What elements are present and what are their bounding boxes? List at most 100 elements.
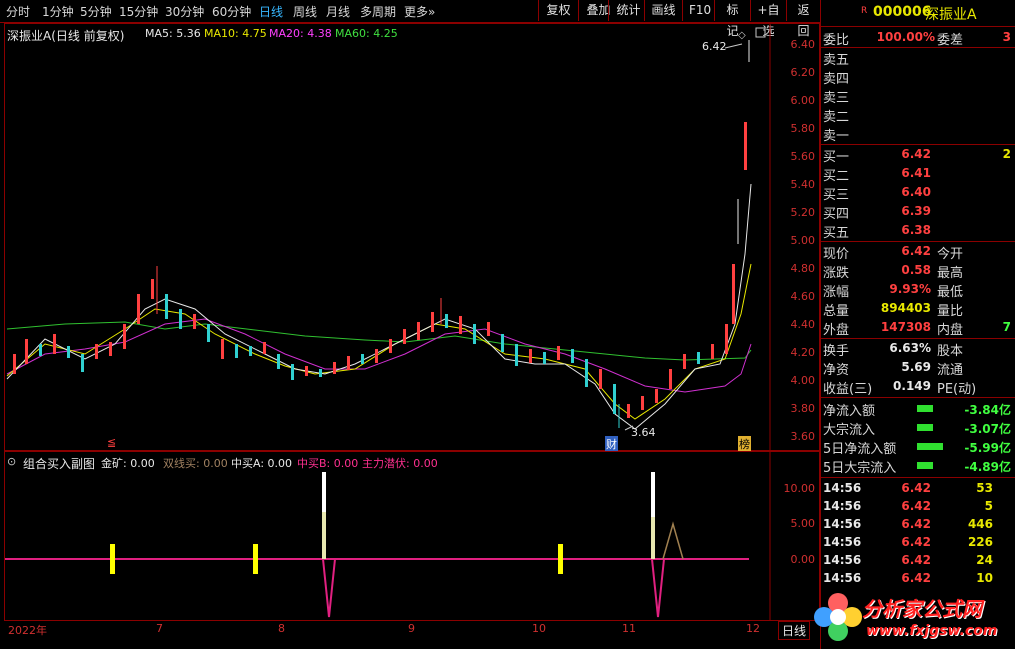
tick-price: 6.42 — [901, 571, 931, 585]
open-label: 今开 — [937, 247, 964, 262]
period-more[interactable]: 更多» — [404, 3, 435, 20]
tick-price: 6.42 — [901, 481, 931, 495]
stats-button[interactable]: 统计 — [608, 0, 648, 21]
volume-value: 894403 — [880, 301, 931, 315]
tick-price: 6.42 — [901, 553, 931, 567]
period-toolbar: 分时 1分钟 5分钟 15分钟 30分钟 60分钟 日线 周线 月线 多周期 更… — [0, 0, 820, 38]
weibi-value: 100.00% — [876, 30, 935, 44]
blockflow-bar — [917, 424, 933, 431]
tick-time: 14:56 — [823, 481, 862, 495]
y-tick: 6.40 — [790, 38, 816, 51]
low-label: 3.64 — [631, 426, 656, 439]
y-tick: 5.80 — [790, 122, 816, 135]
buy5-label: 买五 — [823, 226, 850, 241]
period-1min[interactable]: 1分钟 — [42, 3, 74, 20]
tick-price: 6.42 — [901, 535, 931, 549]
blockflow5-label: 5日大宗流入 — [823, 461, 897, 476]
buy3-price: 6.40 — [901, 185, 931, 199]
ma20-line — [6, 318, 752, 393]
turnover-label: 换手 — [823, 344, 850, 359]
eps-label: 收益(三) — [823, 382, 873, 397]
tick-time: 14:56 — [823, 517, 862, 531]
period-30min[interactable]: 30分钟 — [165, 3, 204, 20]
netasset-value: 5.69 — [901, 360, 931, 374]
period-daily[interactable]: 日线 — [259, 3, 283, 20]
period-5min[interactable]: 5分钟 — [80, 3, 112, 20]
blockflow5-bar — [917, 462, 933, 469]
pct-label: 涨幅 — [823, 285, 850, 300]
period-indicator[interactable]: 日线 — [778, 621, 811, 640]
f10-button[interactable]: F10 — [682, 0, 714, 21]
period-weekly[interactable]: 周线 — [293, 3, 317, 20]
sell3-label: 卖三 — [823, 91, 850, 106]
blockflow-value: -3.07亿 — [964, 422, 1011, 436]
y-tick: 3.80 — [790, 402, 816, 415]
sub-y-tick: 0.00 — [790, 553, 816, 566]
netflow-bar — [917, 405, 933, 412]
y-tick: 6.00 — [790, 94, 816, 107]
svg-text:◇: ◇ — [738, 30, 746, 41]
weibi-label: 委比 — [823, 33, 850, 48]
period-fenshi[interactable]: 分时 — [6, 3, 30, 20]
date-axis: 2022年 7 8 9 10 11 12 日线 — [0, 620, 820, 649]
mark-button[interactable]: 标记 — [714, 0, 750, 38]
adjust-button[interactable]: 复权 — [538, 0, 578, 21]
y-tick: 5.20 — [790, 206, 816, 219]
indicator-plot — [5, 452, 771, 620]
tick-price: 6.42 — [901, 499, 931, 513]
back-button[interactable]: 返回 — [786, 0, 820, 38]
change-value: 0.58 — [901, 263, 931, 277]
add-favorite-button[interactable]: +自选 — [750, 0, 786, 38]
float-label: 流通 — [937, 363, 964, 378]
y-tick: 4.20 — [790, 346, 816, 359]
flower-logo-icon — [814, 593, 862, 641]
buy1-price: 6.42 — [901, 147, 931, 161]
ranking-marker[interactable]: 榜 — [738, 436, 751, 452]
period-15min[interactable]: 15分钟 — [119, 3, 158, 20]
y-tick: 3.60 — [790, 430, 816, 443]
period-multi[interactable]: 多周期 — [360, 3, 396, 20]
y-tick: 4.40 — [790, 318, 816, 331]
y-tick: 4.60 — [790, 290, 816, 303]
ma10-line — [6, 263, 752, 420]
tick-price: 6.42 — [901, 517, 931, 531]
vol-ratio-label: 量比 — [937, 304, 964, 319]
turnover-value: 6.63% — [889, 341, 931, 355]
indicator-panel[interactable]: ⊙ 组合买入副图 金矿: 0.00 双线买: 0.00 中买A: 0.00 中买… — [4, 451, 820, 621]
netasset-label: 净资 — [823, 363, 850, 378]
stock-name: 深振业A — [925, 7, 977, 23]
outer-label: 外盘 — [823, 323, 850, 338]
volume-label: 总量 — [823, 304, 850, 319]
y-tick: 5.40 — [790, 178, 816, 191]
high-label: 6.42 — [702, 40, 727, 53]
sell1-label: 卖一 — [823, 129, 850, 144]
period-monthly[interactable]: 月线 — [326, 3, 350, 20]
price-value: 6.42 — [901, 244, 931, 258]
pe-label: PE(动) — [937, 382, 977, 397]
low-stat-label: 最低 — [937, 285, 964, 300]
date-label: 7 — [156, 622, 163, 635]
finance-marker[interactable]: 财 — [605, 436, 618, 452]
brand-text: 分析家公式网 — [862, 597, 982, 621]
netflow-label: 净流入额 — [823, 404, 876, 419]
date-label: 2022年 — [8, 624, 47, 637]
quote-panel: R 000006 深振业A 委比 100.00% 委差 3 卖五 卖四 卖三 卖… — [820, 0, 1015, 649]
sub-y-tick: 5.00 — [790, 517, 816, 530]
inner-value: 7 — [1002, 320, 1011, 334]
kline-panel[interactable]: 深振业A(日线 前复权) MA5: 5.36 MA10: 4.75 MA20: … — [4, 23, 820, 452]
event-marker[interactable]: ≦ — [107, 436, 116, 449]
kline-plot: ◇ — [6, 24, 771, 450]
date-label: 9 — [408, 622, 415, 635]
date-label: 8 — [278, 622, 285, 635]
inner-label: 内盘 — [937, 323, 964, 338]
buy1-vol: 2 — [1002, 147, 1011, 161]
tick-time: 14:56 — [823, 553, 862, 567]
sell4-label: 卖四 — [823, 72, 850, 87]
tick-time: 14:56 — [823, 535, 862, 549]
period-60min[interactable]: 60分钟 — [212, 3, 251, 20]
weicha-label: 委差 — [937, 33, 964, 48]
change-label: 涨跌 — [823, 266, 850, 281]
buy4-price: 6.39 — [901, 204, 931, 218]
draw-button[interactable]: 画线 — [644, 0, 682, 21]
tick-vol: 5 — [984, 499, 993, 513]
